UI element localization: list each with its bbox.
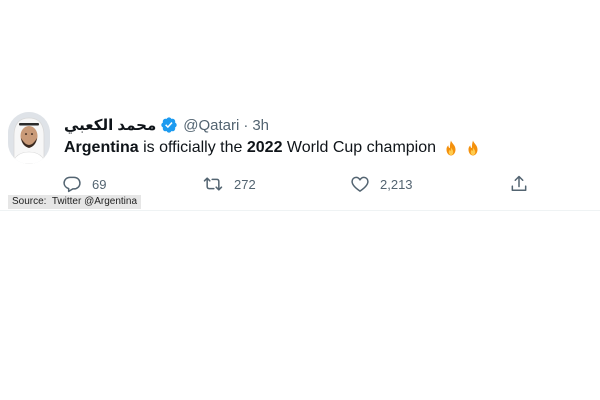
tweet-text-segment: is officially the <box>138 139 247 156</box>
separator-dot: · <box>243 116 249 134</box>
fire-emoji-icon <box>446 140 456 156</box>
tweet-header: محمد الكعبي @Qatari · 3h <box>64 114 269 136</box>
avatar-image <box>8 112 50 164</box>
verified-badge-icon <box>160 116 178 134</box>
tweet-card[interactable]: محمد الكعبي @Qatari · 3h Argentina is of… <box>0 100 600 211</box>
user-handle[interactable]: @Qatari <box>183 117 239 134</box>
reply-button[interactable]: 69 <box>62 172 106 196</box>
tweet-text-segment: 2022 <box>246 139 283 156</box>
timestamp[interactable]: 3h <box>252 117 269 134</box>
heart-icon <box>350 174 370 194</box>
like-button[interactable]: 2,213 <box>350 172 413 196</box>
retweet-button[interactable]: 272 <box>202 172 256 196</box>
retweet-count: 272 <box>234 176 256 192</box>
share-icon <box>509 174 529 194</box>
tweet-actions: 69 272 2,213 <box>60 172 540 196</box>
display-name[interactable]: محمد الكعبي <box>64 116 156 134</box>
reply-count: 69 <box>92 176 107 192</box>
reply-icon <box>62 174 82 194</box>
avatar[interactable] <box>8 112 50 164</box>
source-caption: Source: Twitter @Argentina <box>8 195 142 209</box>
tweet-text-segment: World Cup champion <box>282 139 437 156</box>
like-count: 2,213 <box>380 176 413 192</box>
tweet-text-segment[interactable]: Argentina <box>64 137 139 159</box>
tweet-divider <box>0 210 600 211</box>
retweet-icon <box>202 174 224 194</box>
tweet-text: Argentina is officially the 2022 World C… <box>64 137 482 159</box>
fire-emoji-icon <box>468 140 478 156</box>
share-button[interactable] <box>509 172 529 196</box>
